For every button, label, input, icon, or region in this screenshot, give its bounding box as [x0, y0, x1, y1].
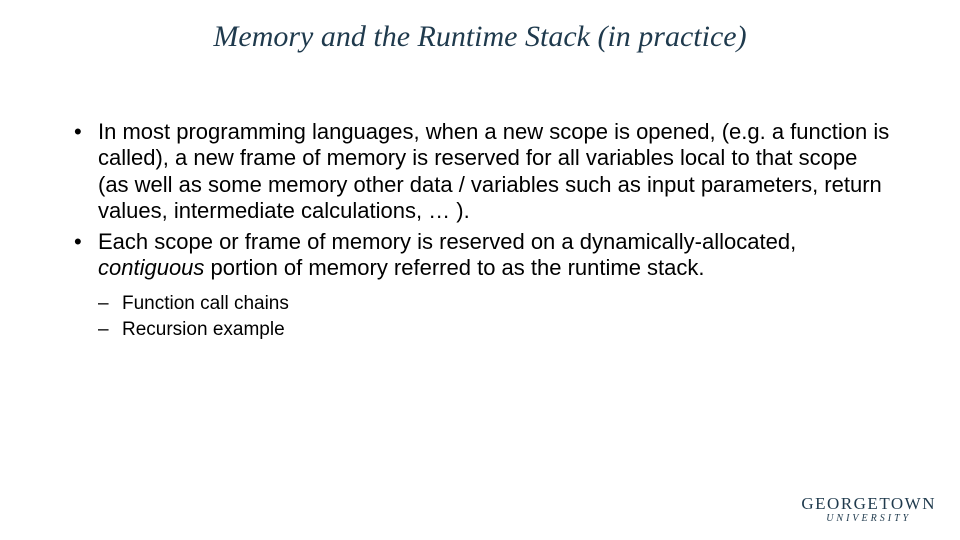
slide-content: In most programming languages, when a ne…	[0, 119, 960, 343]
sub-bullet-item: Function call chains	[98, 291, 890, 317]
slide: Memory and the Runtime Stack (in practic…	[0, 0, 960, 540]
bullet-item: Each scope or frame of memory is reserve…	[70, 229, 890, 282]
bullet-text: In most programming languages, when a ne…	[98, 119, 889, 223]
sub-bullet-item: Recursion example	[98, 317, 890, 343]
logo-letter: G	[801, 494, 815, 513]
bullet-text: Each scope or frame of memory is reserve…	[98, 229, 796, 254]
bullet-list: In most programming languages, when a ne…	[70, 119, 890, 281]
logo-main-text: GEORGETOWN	[801, 495, 936, 512]
sub-bullet-text: Recursion example	[122, 319, 285, 340]
bullet-text-italic: contiguous	[98, 255, 204, 280]
sub-bullet-list: Function call chains Recursion example	[98, 291, 890, 342]
bullet-text: portion of memory referred to as the run…	[204, 255, 704, 280]
bullet-item: In most programming languages, when a ne…	[70, 119, 890, 225]
logo-rest: EORGETOWN	[815, 494, 936, 513]
georgetown-logo: GEORGETOWN UNIVERSITY	[801, 495, 936, 524]
slide-title: Memory and the Runtime Stack (in practic…	[0, 20, 960, 54]
sub-bullet-text: Function call chains	[122, 293, 289, 314]
logo-sub-text: UNIVERSITY	[801, 513, 936, 524]
